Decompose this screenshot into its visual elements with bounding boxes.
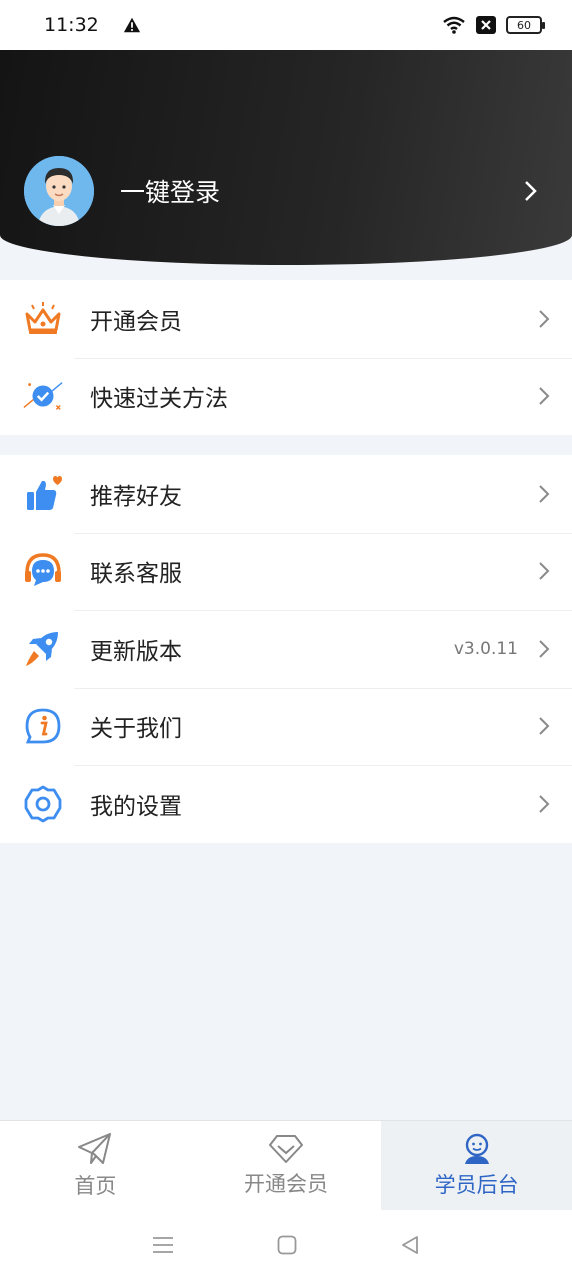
status-time: 11:32 [44, 14, 99, 36]
home-square-icon[interactable] [277, 1235, 297, 1255]
status-bar: 11:32 60 [0, 0, 572, 50]
tab-home[interactable]: 首页 [0, 1121, 191, 1210]
menu-item-customer-service[interactable]: 联系客服 [0, 532, 572, 611]
chevron-right-icon [539, 310, 550, 328]
menu-item-recommend[interactable]: 推荐好友 [0, 455, 572, 533]
menu-label: 开通会员 [90, 308, 182, 335]
tab-membership[interactable]: 开通会员 [191, 1121, 382, 1210]
headset-icon [22, 550, 64, 592]
thumbs-up-icon [22, 473, 64, 515]
notification-x-icon [476, 16, 496, 34]
chevron-right-icon [525, 181, 537, 201]
menu-group-general: 推荐好友 联系客服 更新版本 v3.0.11 关于我们 我的设置 [0, 455, 572, 843]
bottom-nav: 首页 开通会员 学员后台 [0, 1120, 572, 1210]
menu-label: 推荐好友 [90, 483, 182, 510]
menu-item-membership[interactable]: 开通会员 [0, 280, 572, 358]
chevron-right-icon [539, 795, 550, 813]
chevron-right-icon [539, 562, 550, 580]
menu-label: 更新版本 [90, 638, 182, 665]
battery-level: 60 [517, 18, 531, 32]
tab-label: 开通会员 [244, 1171, 328, 1196]
menu-group-membership: 开通会员 快速过关方法 [0, 280, 572, 435]
system-nav-bar [0, 1210, 572, 1280]
menu-label: 我的设置 [90, 793, 182, 820]
menu-item-about-us[interactable]: 关于我们 [0, 687, 572, 766]
menu-item-quick-pass[interactable]: 快速过关方法 [0, 357, 572, 436]
user-icon [464, 1133, 489, 1164]
menu-label: 关于我们 [90, 716, 182, 743]
check-badge-icon [22, 375, 64, 417]
chevron-right-icon [539, 717, 550, 735]
rocket-icon [22, 628, 64, 670]
tab-label: 学员后台 [434, 1172, 519, 1197]
menu-label: 快速过关方法 [90, 386, 228, 413]
back-icon[interactable] [400, 1235, 420, 1255]
login-row[interactable]: 一键登录 [24, 156, 538, 226]
chevron-right-icon [539, 387, 550, 405]
crown-icon [22, 298, 64, 340]
menu-item-update-version[interactable]: 更新版本 v3.0.11 [0, 610, 572, 688]
menu-label: 联系客服 [90, 561, 182, 588]
chevron-right-icon [539, 640, 550, 658]
login-label: 一键登录 [120, 178, 221, 207]
menu-item-settings[interactable]: 我的设置 [0, 765, 572, 843]
chevron-right-icon [539, 485, 550, 503]
battery-icon: 60 [506, 16, 545, 34]
tab-student-backend[interactable]: 学员后台 [381, 1121, 572, 1210]
wifi-icon [443, 16, 465, 34]
settings-icon [22, 783, 64, 825]
paper-plane-icon [78, 1132, 112, 1164]
menu-icon[interactable] [152, 1235, 174, 1255]
tab-label: 首页 [74, 1173, 117, 1198]
avatar-icon [24, 156, 94, 226]
version-value: v3.0.11 [453, 638, 518, 659]
warning-icon [123, 17, 140, 33]
diamond-icon [269, 1134, 303, 1163]
info-icon [22, 705, 64, 747]
